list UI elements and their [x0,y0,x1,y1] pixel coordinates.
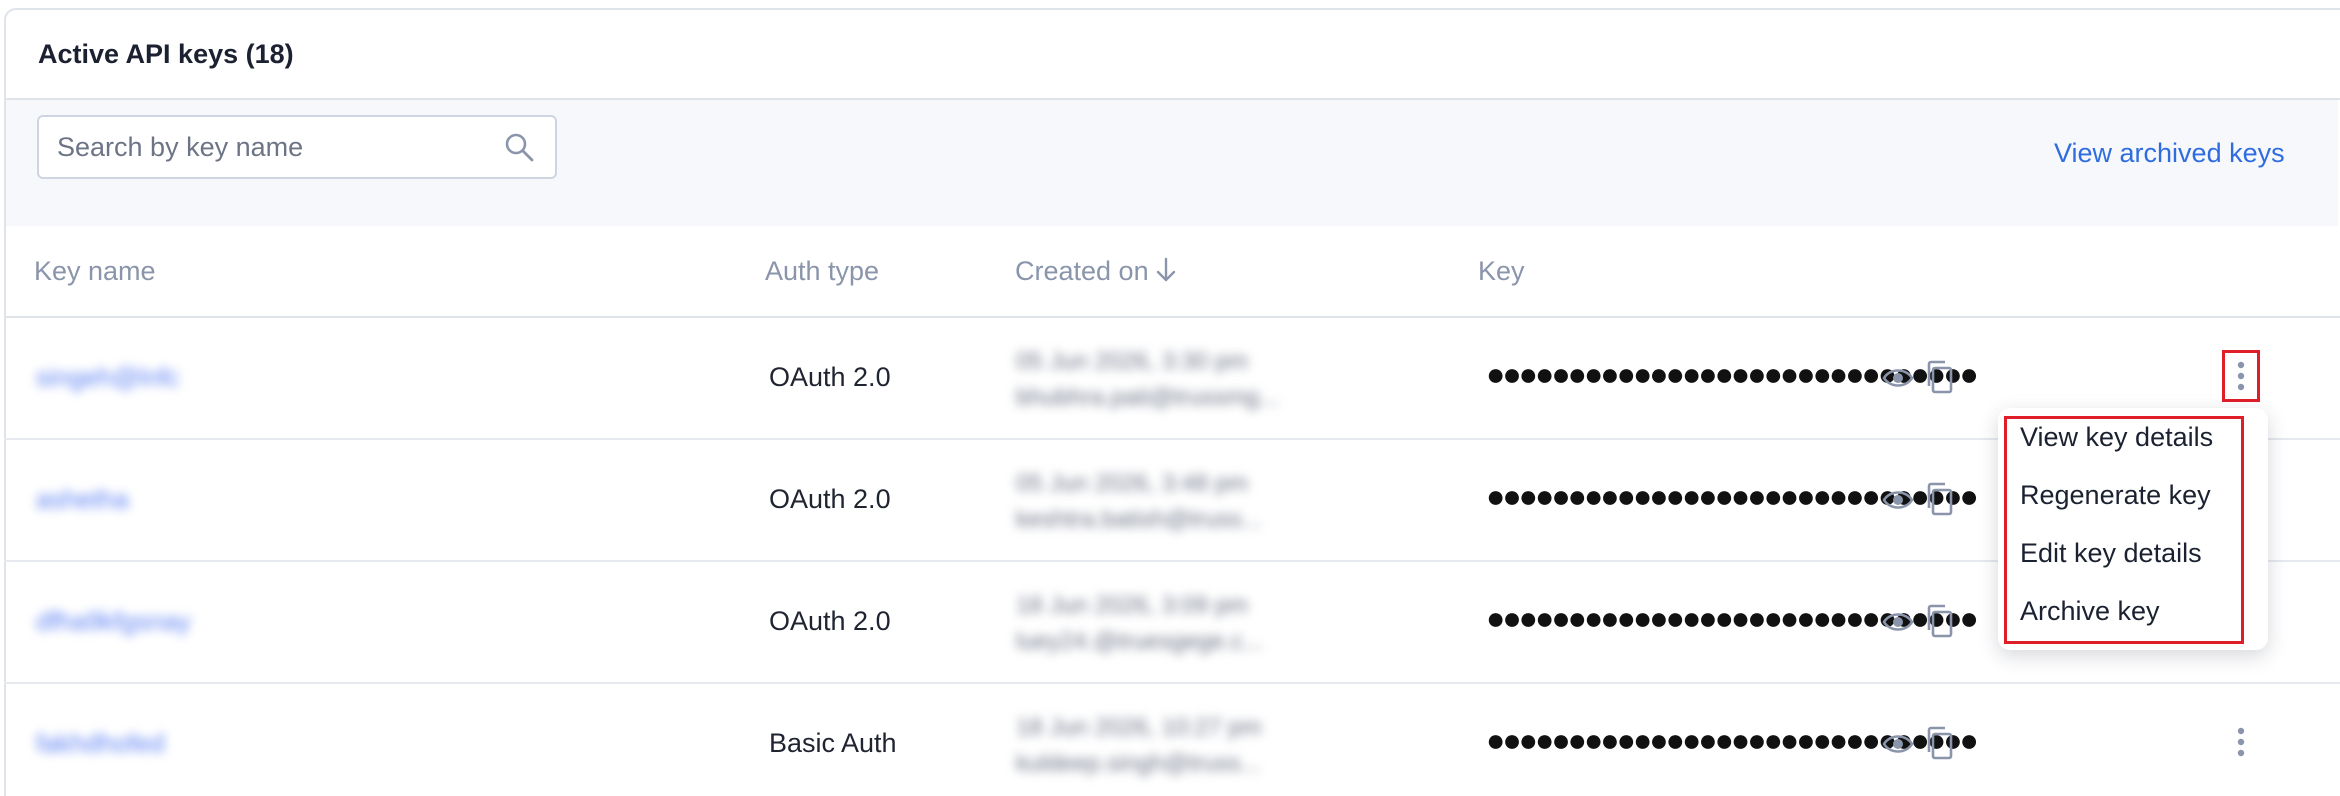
created-by: bhubhra.pati@trussmg... [1016,384,1280,411]
created-date: 05 Jun 2026, 3:48 pm [1016,470,1249,497]
more-vertical-icon [2237,361,2245,391]
column-header-created-on[interactable]: Created on [1015,256,1177,287]
copy-icon[interactable] [1924,726,1954,760]
menu-item-archive-key[interactable]: Archive key [2020,596,2160,627]
auth-type-cell: OAuth 2.0 [769,484,891,514]
column-header-key-name[interactable]: Key name [34,256,156,287]
menu-item-edit-key-details[interactable]: Edit key details [2020,538,2202,569]
copy-icon[interactable] [1924,360,1954,394]
key-name-link[interactable]: ashetha [36,484,129,515]
auth-type-cell: Basic Auth [769,728,897,758]
table-header: Key name Auth type Created on Key [4,226,2340,318]
menu-item-regenerate-key[interactable]: Regenerate key [2020,480,2211,511]
created-by: kuldeep.singh@truss... [1016,750,1261,777]
column-header-created-on-label: Created on [1015,256,1149,286]
key-name-link[interactable]: dfha9kfgsnay [36,606,191,637]
view-archived-keys-link[interactable]: View archived keys [2054,138,2340,169]
search-input[interactable] [39,117,479,177]
eye-icon[interactable] [1882,730,1914,758]
panel-title: Active API keys (18) [38,38,294,69]
copy-icon[interactable] [1924,482,1954,516]
key-name-link[interactable]: fakhdhofed [36,728,165,759]
created-on-cell: 18 Jun 2026, 10:27 pm kuldeep.singh@trus… [1016,710,1262,782]
menu-item-view-key-details[interactable]: View key details [2020,422,2213,453]
arrow-down-icon [1156,257,1175,282]
eye-icon[interactable] [1882,608,1914,636]
created-on-cell: 05 Jun 2026, 3:30 pm bhubhra.pati@trussm… [1016,344,1279,416]
more-vertical-icon [2237,727,2245,757]
created-by: luey24.@truesgege.c... [1016,628,1264,655]
created-on-cell: 18 Jun 2026, 3:09 pm luey24.@truesgege.c… [1016,588,1263,660]
column-header-auth-type[interactable]: Auth type [765,256,879,287]
search-icon[interactable] [503,131,535,163]
key-name-link[interactable]: singeh@lnfc [36,362,179,393]
table-row: singeh@lnfc OAuth 2.0 05 Jun 2026, 3:30 … [4,318,2340,440]
created-date: 05 Jun 2026, 3:30 pm [1016,348,1249,375]
created-on-cell: 05 Jun 2026, 3:48 pm keshtra.batish@trus… [1016,466,1262,538]
search-box[interactable] [37,115,557,179]
panel-header: Active API keys (18) [6,10,2340,100]
created-by: keshtra.batish@truss... [1016,506,1262,533]
auth-type-cell: OAuth 2.0 [769,606,891,636]
row-actions-menu: View key details Regenerate key Edit key… [1998,408,2268,650]
row-actions-button[interactable] [2222,350,2260,402]
eye-icon[interactable] [1882,486,1914,514]
row-actions-button[interactable] [2222,716,2260,768]
copy-icon[interactable] [1924,604,1954,638]
auth-type-cell: OAuth 2.0 [769,362,891,392]
column-header-key: Key [1478,256,1525,286]
created-date: 18 Jun 2026, 10:27 pm [1016,714,1262,741]
table-row: fakhdhofed Basic Auth 18 Jun 2026, 10:27… [4,684,2340,796]
table-row: ashetha OAuth 2.0 05 Jun 2026, 3:48 pm k… [4,440,2340,562]
eye-icon[interactable] [1882,364,1914,392]
created-date: 18 Jun 2026, 3:09 pm [1016,592,1249,619]
table-row: dfha9kfgsnay OAuth 2.0 18 Jun 2026, 3:09… [4,562,2340,684]
